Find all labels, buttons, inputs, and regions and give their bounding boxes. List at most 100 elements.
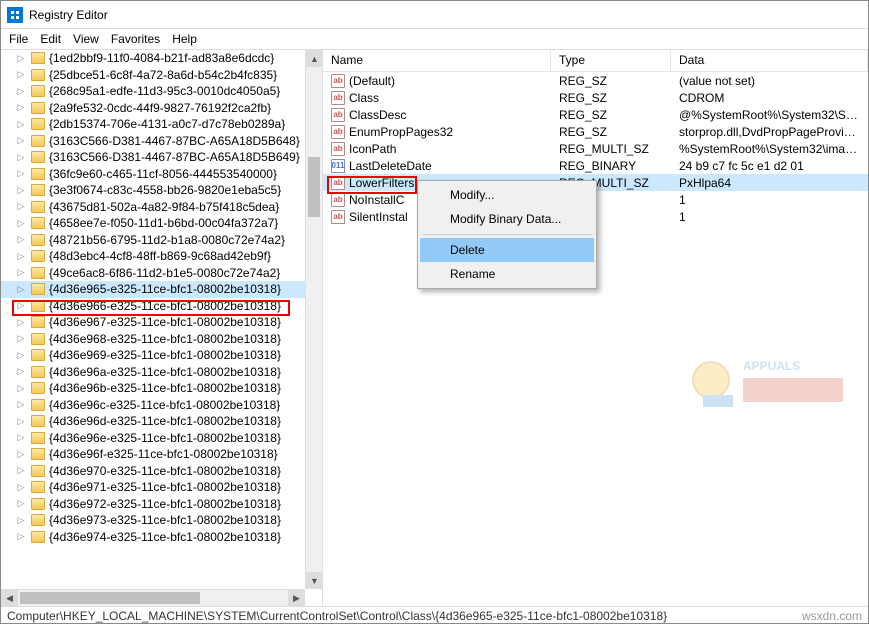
- tree-item[interactable]: ▷{4658ee7e-f050-11d1-b6bd-00c04fa372a7}: [1, 215, 305, 232]
- tree-item[interactable]: ▷ {4d36e96d-e325-11ce-bfc1-08002be10318}: [1, 413, 305, 430]
- tree-item[interactable]: ▷{4d36e974-e325-11ce-bfc1-08002be10318}: [1, 529, 305, 546]
- tree-item[interactable]: ▷{4d36e969-e325-11ce-bfc1-08002be10318}: [1, 347, 305, 364]
- tree-view[interactable]: ▷{1ed2bbf9-11f0-4084-b21f-ad83a8e6dcdc}▷…: [1, 50, 305, 589]
- context-menu-modify[interactable]: Modify...: [420, 183, 594, 207]
- tree-item-label: {3163C566-D381-4467-87BC-A65A18D5B649}: [49, 150, 300, 164]
- expander-icon[interactable]: ▷: [15, 152, 27, 163]
- list-row[interactable]: 011LastDeleteDateREG_BINARY24 b9 c7 fc 5…: [323, 157, 868, 174]
- column-header-name[interactable]: Name: [323, 50, 551, 71]
- tree-item[interactable]: ▷{25dbce51-6c8f-4a72-8a6d-b54c2b4fc835}: [1, 67, 305, 84]
- context-menu-modify-binary[interactable]: Modify Binary Data...: [420, 207, 594, 231]
- expander-icon[interactable]: ▷: [15, 201, 27, 212]
- tree-vertical-scrollbar[interactable]: ▲ ▼: [305, 50, 322, 589]
- expander-icon[interactable]: ▷: [15, 383, 27, 394]
- expander-icon[interactable]: ▷: [15, 69, 27, 80]
- expander-icon[interactable]: ▷: [15, 102, 27, 113]
- content-area: ▷{1ed2bbf9-11f0-4084-b21f-ad83a8e6dcdc}▷…: [1, 50, 868, 606]
- tree-item[interactable]: ▷{4d36e966-e325-11ce-bfc1-08002be10318}: [1, 298, 305, 315]
- tree-item[interactable]: ▷{36fc9e60-c465-11cf-8056-444553540000}: [1, 166, 305, 183]
- statusbar-branding: wsxdn.com: [802, 609, 862, 623]
- tree-item[interactable]: ▷{4d36e973-e325-11ce-bfc1-08002be10318}: [1, 512, 305, 529]
- tree-item[interactable]: ▷{4d36e970-e325-11ce-bfc1-08002be10318}: [1, 463, 305, 480]
- expander-icon[interactable]: ▷: [15, 350, 27, 361]
- scroll-up-icon[interactable]: ▲: [306, 50, 323, 67]
- expander-icon[interactable]: ▷: [15, 185, 27, 196]
- tree-item-label: {4d36e96d-e325-11ce-bfc1-08002be10318}: [49, 414, 281, 428]
- expander-icon[interactable]: ▷: [15, 218, 27, 229]
- expander-icon[interactable]: ▷: [15, 482, 27, 493]
- expander-icon[interactable]: ▷: [15, 53, 27, 64]
- expander-icon[interactable]: ▷: [15, 366, 27, 377]
- expander-icon[interactable]: ▷: [15, 399, 27, 410]
- string-value-icon: ab: [331, 91, 345, 105]
- tree-item[interactable]: ▷{1ed2bbf9-11f0-4084-b21f-ad83a8e6dcdc}: [1, 50, 305, 67]
- tree-horizontal-scrollbar[interactable]: ◀ ▶: [1, 589, 305, 606]
- tree-item[interactable]: ▷{4d36e96a-e325-11ce-bfc1-08002be10318}: [1, 364, 305, 381]
- expander-icon[interactable]: ▷: [15, 515, 27, 526]
- list-row[interactable]: abClassREG_SZCDROM: [323, 89, 868, 106]
- context-menu-delete[interactable]: Delete: [420, 238, 594, 262]
- tree-item[interactable]: ▷{268c95a1-edfe-11d3-95c3-0010dc4050a5}: [1, 83, 305, 100]
- folder-icon: [31, 201, 45, 213]
- expander-icon[interactable]: ▷: [15, 284, 27, 295]
- tree-item[interactable]: ▷{2db15374-706e-4131-a0c7-d7c78eb0289a}: [1, 116, 305, 133]
- tree-item[interactable]: ▷{4d36e967-e325-11ce-bfc1-08002be10318}: [1, 314, 305, 331]
- menu-view[interactable]: View: [73, 32, 99, 46]
- column-header-data[interactable]: Data: [671, 50, 868, 71]
- tree-item[interactable]: ▷{3163C566-D381-4467-87BC-A65A18D5B648}: [1, 133, 305, 150]
- value-data: PxHlpa64: [671, 176, 868, 190]
- tree-item[interactable]: ▷{4d36e96b-e325-11ce-bfc1-08002be10318}: [1, 380, 305, 397]
- list-row[interactable]: abIconPathREG_MULTI_SZ%SystemRoot%\Syste…: [323, 140, 868, 157]
- tree-item[interactable]: ▷{4d36e96f-e325-11ce-bfc1-08002be10318}: [1, 446, 305, 463]
- menu-help[interactable]: Help: [172, 32, 197, 46]
- folder-icon: [31, 399, 45, 411]
- tree-item[interactable]: ▷{4d36e971-e325-11ce-bfc1-08002be10318}: [1, 479, 305, 496]
- expander-icon[interactable]: ▷: [15, 432, 27, 443]
- expander-icon[interactable]: ▷: [15, 234, 27, 245]
- expander-icon[interactable]: ▷: [15, 119, 27, 130]
- expander-icon[interactable]: ▷: [15, 300, 27, 311]
- tree-item[interactable]: ▷{48d3ebc4-4cf8-48ff-b869-9c68ad42eb9f}: [1, 248, 305, 265]
- tree-item[interactable]: ▷{4d36e96c-e325-11ce-bfc1-08002be10318}: [1, 397, 305, 414]
- tree-item[interactable]: ▷{4d36e972-e325-11ce-bfc1-08002be10318}: [1, 496, 305, 513]
- expander-icon[interactable]: ▷: [15, 135, 27, 146]
- list-row[interactable]: abEnumPropPages32REG_SZstorprop.dll,DvdP…: [323, 123, 868, 140]
- menu-file[interactable]: File: [9, 32, 28, 46]
- scroll-left-icon[interactable]: ◀: [1, 590, 18, 606]
- expander-icon[interactable]: ▷: [15, 449, 27, 460]
- menu-favorites[interactable]: Favorites: [111, 32, 160, 46]
- tree-item[interactable]: ▷{48721b56-6795-11d2-b1a8-0080c72e74a2}: [1, 232, 305, 249]
- expander-icon[interactable]: ▷: [15, 465, 27, 476]
- expander-icon[interactable]: ▷: [15, 251, 27, 262]
- statusbar: Computer\HKEY_LOCAL_MACHINE\SYSTEM\Curre…: [1, 606, 868, 625]
- tree-item[interactable]: ▷{4d36e965-e325-11ce-bfc1-08002be10318}: [1, 281, 305, 298]
- expander-icon[interactable]: ▷: [15, 168, 27, 179]
- expander-icon[interactable]: ▷: [15, 531, 27, 542]
- value-data: 1: [671, 210, 868, 224]
- expander-icon[interactable]: ▷: [15, 267, 27, 278]
- context-menu-rename[interactable]: Rename: [420, 262, 594, 286]
- menu-edit[interactable]: Edit: [40, 32, 61, 46]
- scroll-right-icon[interactable]: ▶: [288, 590, 305, 606]
- expander-icon[interactable]: ▷: [15, 86, 27, 97]
- expander-icon[interactable]: ▷: [15, 498, 27, 509]
- expander-icon[interactable]: ▷: [15, 317, 27, 328]
- expander-icon[interactable]: ▷: [15, 333, 27, 344]
- list-row[interactable]: ab(Default)REG_SZ(value not set): [323, 72, 868, 89]
- tree-item[interactable]: ▷{4d36e96e-e325-11ce-bfc1-08002be10318}: [1, 430, 305, 447]
- value-data: 1: [671, 193, 868, 207]
- tree-item[interactable]: ▷{49ce6ac8-6f86-11d2-b1e5-0080c72e74a2}: [1, 265, 305, 282]
- column-header-type[interactable]: Type: [551, 50, 671, 71]
- scroll-down-icon[interactable]: ▼: [306, 572, 323, 589]
- list-row[interactable]: abClassDescREG_SZ@%SystemRoot%\System32\…: [323, 106, 868, 123]
- folder-icon: [31, 52, 45, 64]
- tree-item[interactable]: ▷ {3e3f0674-c83c-4558-bb26-9820e1eba5c5}: [1, 182, 305, 199]
- expander-icon[interactable]: ▷: [15, 416, 27, 427]
- tree-item[interactable]: ▷ {3163C566-D381-4467-87BC-A65A18D5B649}: [1, 149, 305, 166]
- value-name: LastDeleteDate: [349, 159, 432, 173]
- tree-item-label: {3e3f0674-c83c-4558-bb26-9820e1eba5c5}: [49, 183, 281, 197]
- tree-item[interactable]: ▷{4d36e968-e325-11ce-bfc1-08002be10318}: [1, 331, 305, 348]
- tree-item[interactable]: ▷{43675d81-502a-4a82-9f84-b75f418c5dea}: [1, 199, 305, 216]
- tree-item[interactable]: ▷{2a9fe532-0cdc-44f9-9827-76192f2ca2fb}: [1, 100, 305, 117]
- folder-icon: [31, 168, 45, 180]
